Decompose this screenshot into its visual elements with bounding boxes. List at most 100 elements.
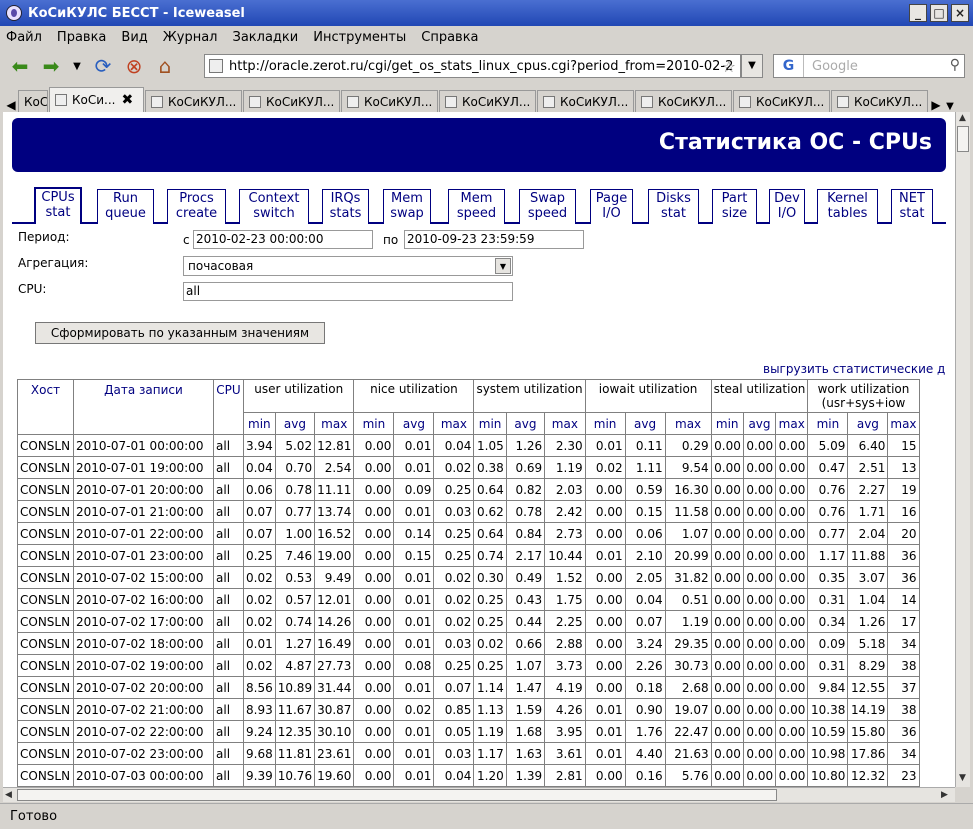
table-cell: 0.06	[624, 522, 666, 545]
export-link[interactable]: выгрузить статистические д	[763, 362, 945, 376]
chevron-down-icon[interactable]: ▼	[495, 258, 511, 274]
table-cell: 0.02	[584, 456, 626, 479]
table-cell: 0.02	[433, 456, 475, 479]
table-cell: 2010-07-02 22:00:00	[73, 720, 214, 743]
table-cell: 0.51	[664, 588, 712, 611]
table-cell: 0.00	[353, 522, 395, 545]
reload-icon[interactable]: ⟳	[89, 52, 117, 80]
table-cell: 2010-07-02 15:00:00	[73, 566, 214, 589]
col-cpu[interactable]: CPU	[213, 379, 244, 435]
table-cell: 0.00	[742, 654, 777, 677]
stop-icon[interactable]: ⊗	[120, 52, 148, 80]
scroll-up-icon[interactable]: ▲	[959, 113, 966, 123]
period-to-input[interactable]: 2010-09-23 23:59:59	[404, 230, 584, 249]
back-arrow-icon[interactable]: ⬅	[6, 52, 34, 80]
browser-tab[interactable]: КоСиКУЛ...	[341, 90, 438, 112]
table-cell: 2.42	[544, 500, 586, 523]
close-tab-icon[interactable]: ✖	[121, 92, 133, 108]
browser-tab[interactable]: КоСиКУЛ...	[18, 90, 48, 112]
table-cell: 36	[887, 720, 920, 743]
tab-favicon-icon	[445, 95, 457, 108]
aggregation-select[interactable]: почасовая ▼	[183, 256, 513, 276]
table-cell: 0.00	[710, 566, 744, 589]
browser-tab[interactable]: КоСиКУЛ...	[243, 90, 340, 112]
table-cell: 1.20	[473, 764, 507, 787]
menu-tools[interactable]: Инструменты	[313, 30, 406, 45]
table-cell: 0.00	[353, 610, 395, 633]
stat-tab-swapspeed[interactable]: Swap speed	[519, 189, 576, 224]
close-window-button[interactable]: ×	[951, 4, 969, 22]
home-icon[interactable]: ⌂	[151, 52, 179, 80]
stat-tab-disks[interactable]: Disks stat	[648, 189, 699, 224]
stats-table: Хост Дата записи CPU user utilization ni…	[17, 379, 920, 787]
menu-view[interactable]: Вид	[121, 30, 147, 45]
stat-tab-devio[interactable]: Dev I/O	[769, 189, 805, 224]
browser-tab[interactable]: КоСиКУЛ...	[831, 90, 928, 112]
maximize-button[interactable]: □	[930, 4, 948, 22]
tab-scroll-right-icon[interactable]: ▶	[929, 98, 943, 112]
table-cell: 1.19	[544, 456, 586, 479]
table-cell: 10.76	[274, 764, 316, 787]
table-cell: 2010-07-02 21:00:00	[73, 698, 214, 721]
browser-tab-active[interactable]: КоСи... ✖	[49, 87, 144, 112]
menu-help[interactable]: Справка	[421, 30, 478, 45]
period-from-input[interactable]: 2010-02-23 00:00:00	[193, 230, 373, 249]
search-icon[interactable]: ⚲	[950, 57, 960, 73]
table-cell: 0.00	[742, 566, 777, 589]
browser-tab[interactable]: КоСиКУЛ...	[439, 90, 536, 112]
stat-tab-memswap[interactable]: Mem swap	[383, 189, 431, 224]
stat-tab-kernel[interactable]: Kernel tables	[817, 189, 878, 224]
cpu-input[interactable]: all	[183, 282, 513, 301]
menu-file[interactable]: Файл	[6, 30, 42, 45]
col-host[interactable]: Хост	[17, 379, 74, 435]
menu-history[interactable]: Журнал	[163, 30, 218, 45]
vertical-scroll-thumb[interactable]	[957, 126, 969, 152]
table-cell: 0.00	[775, 478, 809, 501]
stat-tab-partsize[interactable]: Part size	[712, 189, 757, 224]
table-cell: 0.00	[353, 456, 395, 479]
horizontal-scrollbar[interactable]: ◀ ▶	[3, 787, 955, 802]
stat-tab-irqs[interactable]: IRQs stats	[322, 189, 369, 224]
google-engine-icon[interactable]: G	[774, 55, 804, 77]
menu-edit[interactable]: Правка	[57, 30, 106, 45]
tab-favicon-icon	[347, 95, 359, 108]
table-cell: 0.00	[775, 676, 809, 699]
scroll-down-icon[interactable]: ▼	[959, 773, 966, 783]
stat-tab-net[interactable]: NET stat	[891, 189, 933, 224]
horizontal-scroll-thumb[interactable]	[17, 789, 777, 801]
forward-arrow-icon[interactable]: ➡	[37, 52, 65, 80]
history-dropdown-icon[interactable]: ▼	[68, 52, 86, 80]
col-date[interactable]: Дата записи	[73, 379, 214, 435]
table-cell: 0.76	[807, 500, 849, 523]
bookmark-star-icon[interactable]: ☆	[722, 57, 736, 76]
minimize-button[interactable]: _	[909, 4, 927, 22]
browser-tab[interactable]: КоСиКУЛ...	[145, 90, 242, 112]
tab-scroll-left-icon[interactable]: ◀	[4, 98, 18, 112]
table-cell: 0.01	[584, 698, 626, 721]
table-cell: 0.30	[473, 566, 507, 589]
table-cell: 0.29	[664, 434, 712, 457]
table-cell: 0.08	[393, 654, 435, 677]
vertical-scrollbar[interactable]: ▲ ▼	[955, 112, 970, 787]
url-history-dropdown[interactable]: ▼	[741, 54, 763, 78]
stat-tab-memspeed[interactable]: Mem speed	[448, 189, 505, 224]
menu-bookmarks[interactable]: Закладки	[233, 30, 299, 45]
stat-tab-runqueue[interactable]: Run queue	[97, 189, 154, 224]
stat-tab-pageio[interactable]: Page I/O	[590, 189, 633, 224]
scroll-right-icon[interactable]: ▶	[941, 790, 948, 800]
table-cell: 0.00	[710, 522, 744, 545]
browser-tab[interactable]: КоСиКУЛ...	[635, 90, 732, 112]
stat-tab-cpus[interactable]: CPUs stat	[34, 187, 82, 224]
search-box[interactable]: G Google ⚲	[773, 54, 965, 78]
to-label: по	[383, 233, 399, 247]
tab-list-icon[interactable]: ▼	[943, 101, 957, 112]
submit-button[interactable]: Сформировать по указанным значениям	[35, 322, 325, 344]
url-bar[interactable]: http://oracle.zerot.ru/cgi/get_os_stats_…	[204, 54, 741, 78]
table-cell: 36	[887, 566, 920, 589]
browser-tab[interactable]: КоСиКУЛ...	[733, 90, 830, 112]
stat-tab-procs[interactable]: Procs create	[167, 189, 226, 224]
table-cell: 0.25	[243, 544, 276, 567]
browser-tab[interactable]: КоСиКУЛ...	[537, 90, 634, 112]
scroll-left-icon[interactable]: ◀	[5, 790, 12, 800]
stat-tab-context[interactable]: Context switch	[239, 189, 309, 224]
